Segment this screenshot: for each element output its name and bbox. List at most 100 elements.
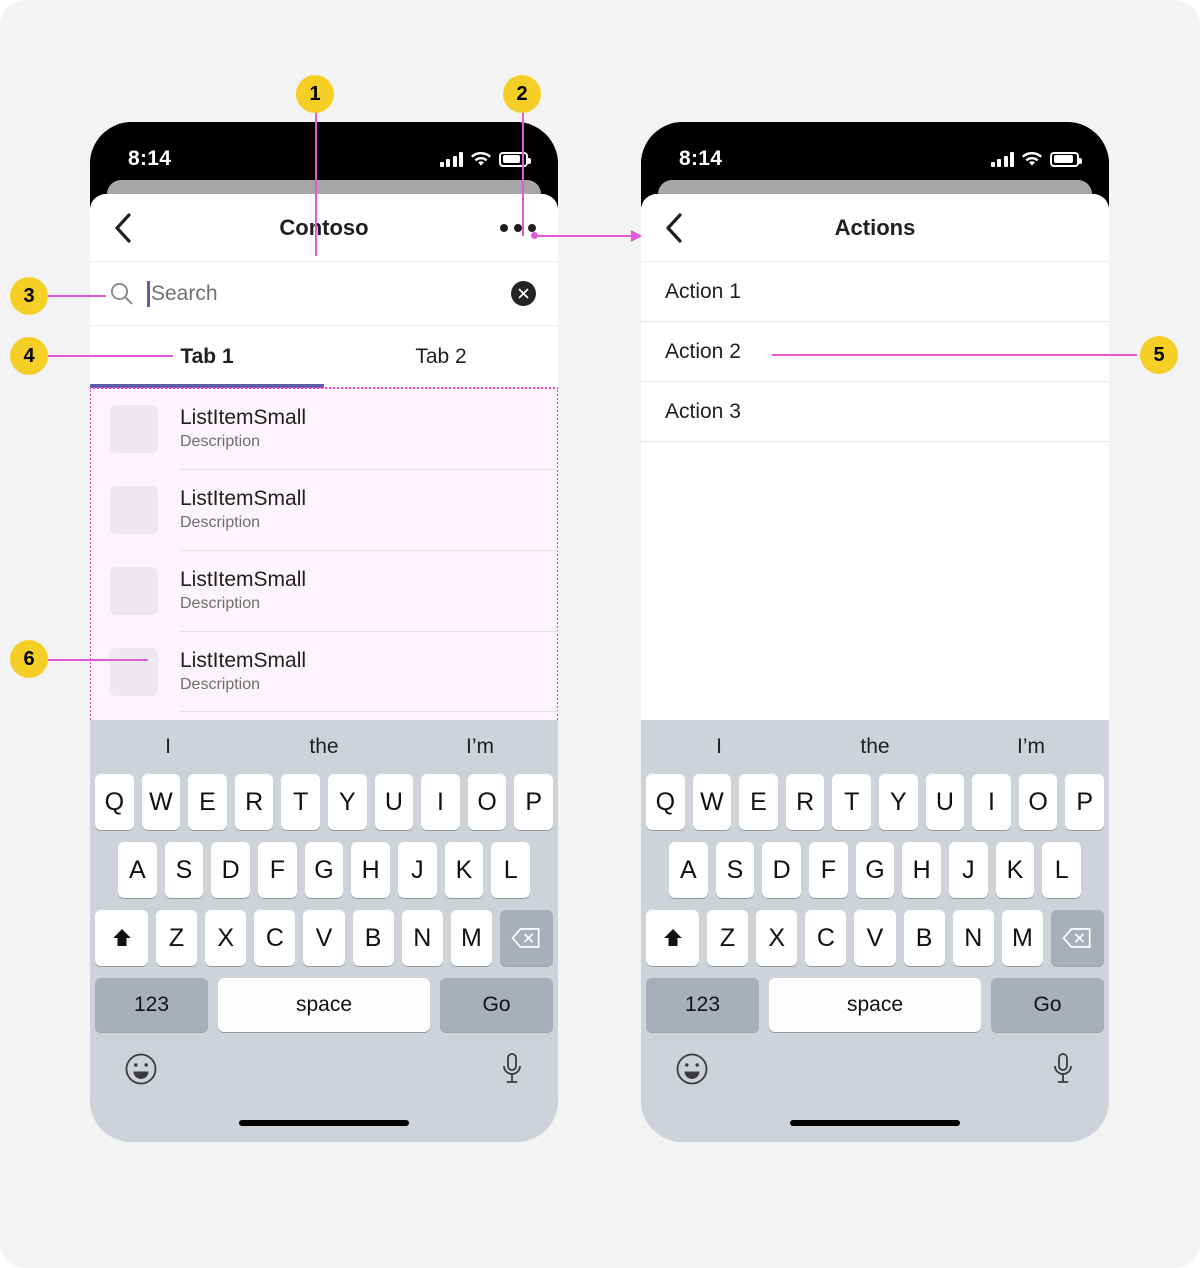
back-button[interactable] bbox=[641, 212, 705, 243]
list-item[interactable]: ListItemSmall Description bbox=[90, 550, 558, 631]
key-z[interactable]: Z bbox=[707, 910, 749, 966]
numbers-key[interactable]: 123 bbox=[95, 978, 208, 1032]
key-t[interactable]: T bbox=[281, 774, 320, 830]
backspace-key[interactable] bbox=[499, 910, 553, 966]
key-x[interactable]: X bbox=[205, 910, 247, 966]
key-h[interactable]: H bbox=[351, 842, 391, 898]
status-bar-left: 8:14 bbox=[90, 122, 558, 184]
key-q[interactable]: Q bbox=[95, 774, 134, 830]
list-item-description: Description bbox=[180, 514, 261, 531]
key-g[interactable]: G bbox=[304, 842, 344, 898]
signal-icon bbox=[990, 151, 1014, 167]
key-c[interactable]: C bbox=[254, 910, 296, 966]
suggestion-1[interactable]: I bbox=[90, 735, 246, 759]
return-key[interactable]: Go bbox=[440, 978, 553, 1032]
key-z[interactable]: Z bbox=[156, 910, 198, 966]
clear-search-button[interactable] bbox=[511, 281, 536, 306]
key-b[interactable]: B bbox=[903, 910, 945, 966]
leader-line-2 bbox=[522, 110, 524, 236]
key-l[interactable]: L bbox=[491, 842, 531, 898]
keyboard-row-3: Z X C V B N M bbox=[90, 910, 558, 966]
key-h[interactable]: H bbox=[902, 842, 942, 898]
key-j[interactable]: J bbox=[398, 842, 437, 898]
key-l[interactable]: L bbox=[1042, 842, 1082, 898]
key-r[interactable]: R bbox=[785, 774, 825, 830]
screenshot-canvas: 8:14 Contoso Search Tab 1 Tab 2 ListItem… bbox=[0, 0, 1200, 1268]
key-g[interactable]: G bbox=[855, 842, 895, 898]
key-j[interactable]: J bbox=[949, 842, 988, 898]
key-u[interactable]: U bbox=[374, 774, 414, 830]
nav-title: Contoso bbox=[279, 214, 369, 240]
key-a[interactable]: A bbox=[117, 842, 157, 898]
key-k[interactable]: K bbox=[995, 842, 1035, 898]
list-item[interactable]: ListItemSmall Description bbox=[90, 388, 558, 469]
action-3-row[interactable]: Action 3 bbox=[641, 382, 1109, 442]
key-s[interactable]: S bbox=[164, 842, 204, 898]
search-bar[interactable]: Search bbox=[90, 262, 558, 326]
action-1-row[interactable]: Action 1 bbox=[641, 262, 1109, 322]
key-i[interactable]: I bbox=[421, 774, 460, 830]
suggestion-2[interactable]: the bbox=[246, 735, 402, 759]
tab-2[interactable]: Tab 2 bbox=[324, 326, 558, 388]
key-o[interactable]: O bbox=[467, 774, 507, 830]
key-e[interactable]: E bbox=[188, 774, 227, 830]
key-r[interactable]: R bbox=[234, 774, 274, 830]
key-f[interactable]: F bbox=[258, 842, 297, 898]
status-icons bbox=[439, 151, 531, 167]
key-a[interactable]: A bbox=[668, 842, 708, 898]
suggestion-2[interactable]: the bbox=[797, 735, 953, 759]
suggestion-3[interactable]: I’m bbox=[402, 735, 558, 759]
key-s[interactable]: S bbox=[715, 842, 755, 898]
key-e[interactable]: E bbox=[739, 774, 778, 830]
key-b[interactable]: B bbox=[352, 910, 394, 966]
callout-badge-2: 2 bbox=[503, 75, 541, 113]
key-x[interactable]: X bbox=[756, 910, 798, 966]
status-icons bbox=[990, 151, 1082, 167]
list-item[interactable]: ListItemSmall Description bbox=[90, 631, 558, 712]
key-u[interactable]: U bbox=[925, 774, 965, 830]
suggestion-1[interactable]: I bbox=[641, 735, 797, 759]
key-d[interactable]: D bbox=[762, 842, 801, 898]
signal-icon bbox=[439, 151, 463, 167]
return-key[interactable]: Go bbox=[991, 978, 1104, 1032]
list-item[interactable]: ListItemSmall Description bbox=[90, 469, 558, 550]
key-q[interactable]: Q bbox=[646, 774, 685, 830]
key-v[interactable]: V bbox=[303, 910, 345, 966]
key-o[interactable]: O bbox=[1018, 774, 1058, 830]
key-f[interactable]: F bbox=[809, 842, 848, 898]
key-p[interactable]: P bbox=[1065, 774, 1104, 830]
tab-1[interactable]: Tab 1 bbox=[90, 326, 324, 388]
chevron-left-icon bbox=[665, 212, 682, 243]
suggestion-3[interactable]: I’m bbox=[953, 735, 1109, 759]
action-2-row[interactable]: Action 2 bbox=[641, 322, 1109, 382]
key-t[interactable]: T bbox=[832, 774, 871, 830]
shift-key[interactable] bbox=[95, 910, 148, 966]
key-y[interactable]: Y bbox=[879, 774, 918, 830]
backspace-key[interactable] bbox=[1050, 910, 1104, 966]
microphone-icon[interactable] bbox=[500, 1052, 524, 1086]
key-n[interactable]: N bbox=[401, 910, 443, 966]
search-input[interactable]: Search bbox=[147, 280, 497, 307]
keyboard-row-4: 123 space Go bbox=[641, 978, 1109, 1032]
emoji-smile-icon[interactable] bbox=[124, 1052, 158, 1086]
key-d[interactable]: D bbox=[211, 842, 250, 898]
key-m[interactable]: M bbox=[1001, 910, 1043, 966]
key-k[interactable]: K bbox=[444, 842, 484, 898]
microphone-icon[interactable] bbox=[1051, 1052, 1075, 1086]
space-key[interactable]: space bbox=[769, 978, 981, 1032]
emoji-smile-icon[interactable] bbox=[675, 1052, 709, 1086]
overflow-more-button[interactable] bbox=[500, 223, 536, 232]
key-p[interactable]: P bbox=[514, 774, 553, 830]
shift-key[interactable] bbox=[646, 910, 699, 966]
key-c[interactable]: C bbox=[805, 910, 847, 966]
key-w[interactable]: W bbox=[141, 774, 181, 830]
key-w[interactable]: W bbox=[692, 774, 732, 830]
key-m[interactable]: M bbox=[450, 910, 492, 966]
back-button[interactable] bbox=[90, 212, 154, 243]
key-y[interactable]: Y bbox=[328, 774, 367, 830]
key-i[interactable]: I bbox=[972, 774, 1011, 830]
key-n[interactable]: N bbox=[952, 910, 994, 966]
key-v[interactable]: V bbox=[854, 910, 896, 966]
numbers-key[interactable]: 123 bbox=[646, 978, 759, 1032]
space-key[interactable]: space bbox=[218, 978, 430, 1032]
